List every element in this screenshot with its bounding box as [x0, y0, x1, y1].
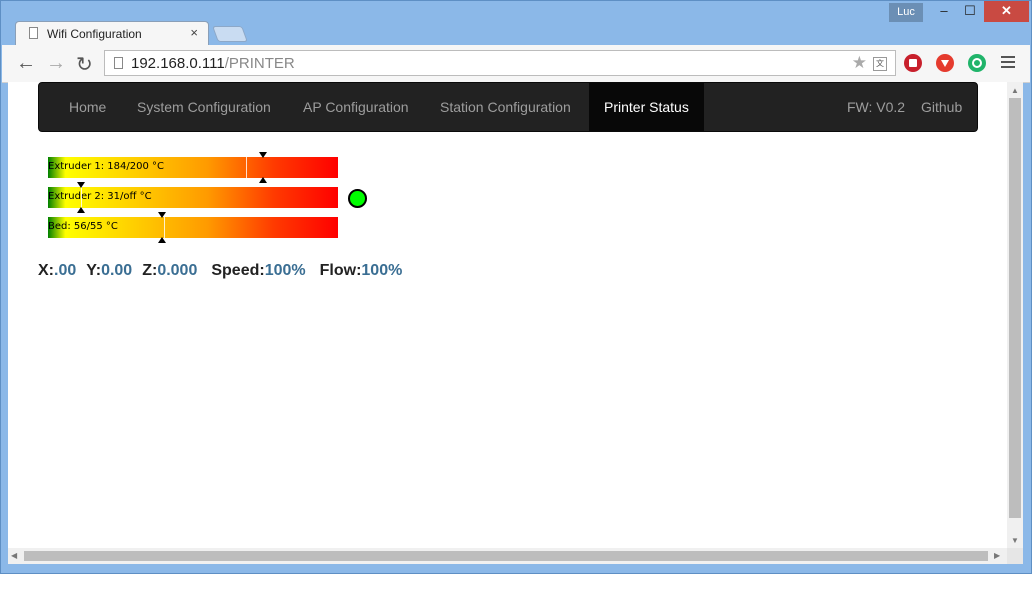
scrollbar-corner	[1007, 548, 1023, 564]
download-extension-icon[interactable]	[936, 54, 954, 72]
navbar: Home System Configuration AP Configurati…	[38, 82, 978, 132]
scroll-down-icon[interactable]: ▼	[1011, 536, 1019, 545]
z-label: Z:	[142, 262, 158, 279]
scroll-up-icon[interactable]: ▲	[1011, 86, 1019, 95]
address-bar[interactable]: 192.168.0.111/PRINTER ★ 文	[104, 50, 896, 76]
vertical-scroll-thumb[interactable]	[1009, 98, 1021, 518]
nav-station-configuration[interactable]: Station Configuration	[425, 83, 586, 131]
bed-temp-label: Bed: 56/55 °C	[48, 221, 118, 232]
forward-arrow-icon[interactable]: →	[46, 52, 66, 75]
scroll-right-icon[interactable]: ▶	[994, 551, 1000, 560]
page-icon	[29, 27, 38, 39]
y-value: 0.00	[101, 262, 133, 279]
browser-tab[interactable]: Wifi Configuration ×	[15, 21, 209, 45]
tab-title: Wifi Configuration	[47, 27, 142, 41]
z-value: 0.000	[157, 262, 198, 279]
x-value: .00	[54, 262, 77, 279]
extruder-1-target-bottom-marker	[259, 177, 267, 183]
star-icon[interactable]: ★	[852, 53, 867, 73]
extruder-2-temp-label: Extruder 2: 31/off °C	[48, 191, 152, 202]
page-info-icon[interactable]	[114, 57, 123, 69]
nav-home[interactable]: Home	[54, 83, 121, 131]
reload-icon[interactable]: ↻	[76, 52, 93, 77]
flow-label: Flow:	[319, 262, 362, 279]
horizontal-scrollbar[interactable]: ◀ ▶	[8, 548, 1007, 564]
scroll-left-icon[interactable]: ◀	[11, 551, 17, 560]
bed-temp-bar: Bed: 56/55 °C	[48, 212, 338, 243]
vertical-scrollbar[interactable]: ▲ ▼	[1007, 82, 1023, 548]
close-window-button[interactable]: ✕	[984, 1, 1029, 22]
bed-current-marker	[164, 217, 165, 238]
stop-extension-icon[interactable]	[904, 54, 922, 72]
extruder-2-target-top-marker	[77, 182, 85, 188]
horizontal-scroll-thumb[interactable]	[24, 551, 988, 561]
url-text[interactable]: 192.168.0.111/PRINTER	[131, 55, 295, 72]
tab-close-icon[interactable]: ×	[190, 25, 198, 40]
new-tab-button[interactable]	[212, 26, 248, 42]
title-bar: Wifi Configuration × Luc – ☐ ✕	[1, 1, 1032, 45]
menu-icon[interactable]	[1001, 56, 1015, 71]
page-viewport: Home System Configuration AP Configurati…	[8, 82, 1007, 548]
extruder-1-temp-label: Extruder 1: 184/200 °C	[48, 161, 165, 172]
bed-target-top-marker	[158, 212, 166, 218]
browser-toolbar: ← → ↻ 192.168.0.111/PRINTER ★ 文	[2, 45, 1030, 83]
url-path: /PRINTER	[224, 55, 295, 72]
extruder-1-target-top-marker	[259, 152, 267, 158]
back-arrow-icon[interactable]: ←	[16, 52, 36, 75]
flow-value: 100%	[361, 262, 403, 279]
extruder-1-current-marker	[246, 157, 247, 178]
extruder-1-temp-bar: Extruder 1: 184/200 °C	[48, 152, 338, 183]
translate-icon[interactable]: 文	[873, 57, 887, 71]
url-host: 192.168.0.111	[131, 55, 225, 72]
speed-label: Speed:	[211, 262, 265, 279]
extruder-2-temp-bar: Extruder 2: 31/off °C	[48, 182, 338, 213]
bed-target-bottom-marker	[158, 237, 166, 243]
nav-printer-status[interactable]: Printer Status	[589, 83, 704, 131]
nav-ap-configuration[interactable]: AP Configuration	[288, 83, 424, 131]
speed-value: 100%	[264, 262, 306, 279]
connection-status-indicator	[348, 189, 367, 208]
circle-extension-icon[interactable]	[968, 54, 986, 72]
maximize-button[interactable]: ☐	[957, 1, 983, 22]
nav-github[interactable]: Github	[906, 83, 977, 131]
nav-system-configuration[interactable]: System Configuration	[122, 83, 286, 131]
extruder-2-target-bottom-marker	[77, 207, 85, 213]
position-readout: X:.00 Y:0.00 Z:0.000 Speed:100% Flow:100%	[38, 262, 402, 280]
y-label: Y:	[86, 262, 102, 279]
user-profile-button[interactable]: Luc	[889, 3, 923, 22]
minimize-button[interactable]: –	[931, 1, 957, 22]
x-label: X:	[38, 262, 54, 279]
extruder-2-current-marker	[81, 187, 82, 208]
